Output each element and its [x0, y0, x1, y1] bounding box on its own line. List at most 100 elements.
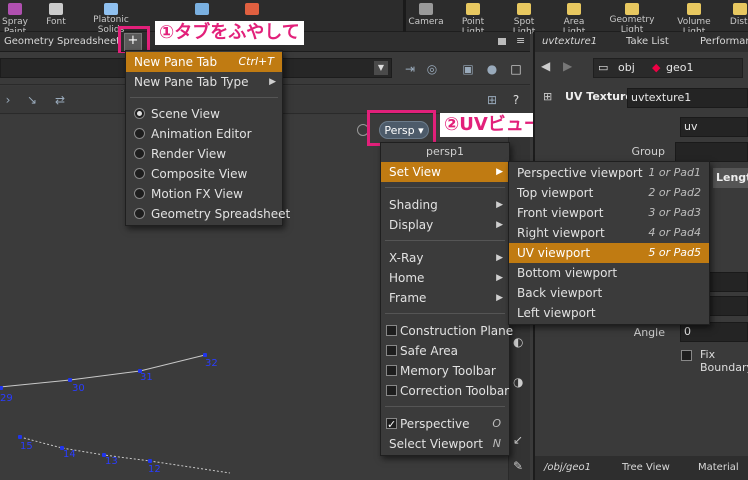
- point-label: 12: [148, 464, 161, 475]
- checkbox-icon: [386, 385, 397, 396]
- menu-item-label: New Pane Tab: [134, 55, 218, 69]
- menu-item-uv-viewport[interactable]: UV viewport 5 or Pad5: [509, 243, 709, 263]
- menu-item-correction-toolbar[interactable]: Correction Toolbar: [381, 381, 509, 401]
- path-obj[interactable]: obj: [618, 59, 635, 77]
- shelf-tool-spray-paint[interactable]: Spray Paint: [0, 0, 36, 37]
- point-marker: [148, 459, 152, 463]
- shelf-tool-area-light[interactable]: Area Light: [552, 0, 596, 37]
- point-marker: [0, 386, 3, 390]
- point-label: 15: [20, 441, 33, 452]
- shelf-tool-spot-light[interactable]: Spot Light: [502, 0, 546, 37]
- menu-item-construction-plane[interactable]: Construction Plane: [381, 321, 513, 341]
- menu-item-label: X-Ray: [389, 251, 424, 265]
- menu-item-frame[interactable]: Frame ▶: [381, 288, 509, 308]
- tab-network-path[interactable]: /obj/geo1: [539, 458, 596, 478]
- menu-item-label: Home: [389, 271, 425, 285]
- menu-item-shading[interactable]: Shading ▶: [381, 195, 509, 215]
- menu-item-safe-area[interactable]: Safe Area: [381, 341, 509, 361]
- shelf-tool-distant-light[interactable]: Disti: [728, 0, 748, 32]
- menu-divider: [385, 406, 505, 407]
- square-icon[interactable]: □: [508, 61, 524, 77]
- menu-item-composite-view[interactable]: Composite View: [126, 164, 282, 184]
- shelf-tool-geometry-light[interactable]: Geometry Light: [604, 0, 660, 35]
- pin-icon[interactable]: ⇥: [402, 61, 418, 77]
- target-icon[interactable]: ◎: [424, 61, 440, 77]
- menu-item-label: Display: [389, 218, 434, 232]
- menu-item-label: Back viewport: [517, 286, 603, 300]
- tab-uvtexture1[interactable]: uvtexture1: [537, 32, 602, 52]
- checkbox-icon: [386, 345, 397, 356]
- menu-item-set-view[interactable]: Set View ▶: [381, 162, 509, 182]
- node-name-field[interactable]: uvtexture1: [627, 88, 748, 108]
- shelf-tool-font[interactable]: Font: [42, 0, 70, 32]
- menu-item-new-pane-tab[interactable]: New Pane Tab Ctrl+T: [126, 52, 282, 72]
- tab-performance[interactable]: Performance: [695, 32, 748, 52]
- radio-icon: [134, 128, 145, 139]
- network-path[interactable]: ▭ obj ◆ geo1: [593, 58, 743, 78]
- menu-item-select-viewport[interactable]: Select Viewport N: [381, 434, 509, 454]
- cube-icon[interactable]: ▣: [460, 61, 476, 77]
- pen-icon[interactable]: ✎: [513, 459, 523, 473]
- geometry-icon: [245, 3, 259, 15]
- menu-item-label: Frame: [389, 291, 427, 305]
- fix-boundary-checkbox[interactable]: [681, 350, 692, 361]
- menu-item-memory-toolbar[interactable]: Memory Toolbar: [381, 361, 509, 381]
- tool-icon[interactable]: ◑: [513, 375, 523, 389]
- menu-shortcut: O: [492, 417, 501, 430]
- menu-item-xray[interactable]: X-Ray ▶: [381, 248, 509, 268]
- menu-divider: [385, 313, 505, 314]
- menu-shortcut: 4 or Pad4: [648, 226, 701, 239]
- menu-shortcut: Ctrl+T: [238, 55, 274, 68]
- length-button[interactable]: Length: [713, 168, 748, 188]
- checkbox-icon: [386, 325, 397, 336]
- tab-tree-view[interactable]: Tree View: [617, 458, 675, 478]
- menu-shortcut: 1 or Pad1: [648, 166, 701, 179]
- path-geo[interactable]: geo1: [666, 59, 693, 77]
- angle-field[interactable]: 0: [680, 322, 748, 342]
- shelf-toolbar: Spray Paint Font Platonic Solids Camera …: [0, 0, 748, 37]
- shelf-tool-volume-light[interactable]: Volume Light: [666, 0, 722, 37]
- forward-arrow-icon[interactable]: ▶: [563, 59, 572, 73]
- menu-item-motion-fx-view[interactable]: Motion FX View: [126, 184, 282, 204]
- select-icon[interactable]: ↘: [24, 92, 40, 108]
- menu-item-front-viewport[interactable]: Front viewport 3 or Pad3: [509, 203, 709, 223]
- menu-item-new-pane-tab-type[interactable]: New Pane Tab Type ▶: [126, 72, 282, 92]
- brush-icon[interactable]: ↙: [513, 433, 523, 447]
- menu-item-top-viewport[interactable]: Top viewport 2 or Pad2: [509, 183, 709, 203]
- group-field[interactable]: [675, 142, 748, 162]
- tool-icon[interactable]: ◐: [513, 335, 523, 349]
- distant-light-icon: [733, 3, 747, 15]
- tab-material-palette[interactable]: Material Pa: [693, 458, 748, 478]
- tab-geometry-spreadsheet[interactable]: Geometry Spreadsheet: [0, 32, 124, 52]
- uv-attribute-field[interactable]: uv: [680, 117, 748, 137]
- menu-item-perspective-viewport[interactable]: Perspective viewport 1 or Pad1: [509, 163, 709, 183]
- color-dots-icon[interactable]: ●: [484, 61, 500, 77]
- spray-paint-icon: [8, 3, 22, 15]
- tree-icon[interactable]: ⊞: [484, 92, 500, 108]
- maximize-icon[interactable]: [498, 38, 506, 45]
- menu-item-perspective[interactable]: Perspective O: [381, 414, 509, 435]
- menu-item-home[interactable]: Home ▶: [381, 268, 509, 288]
- menu-item-right-viewport[interactable]: Right viewport 4 or Pad4: [509, 223, 709, 243]
- menu-item-scene-view[interactable]: Scene View: [126, 104, 282, 124]
- menu-item-back-viewport[interactable]: Back viewport: [509, 283, 709, 303]
- node-header: ⊞ UV Texture uvtexture1: [535, 86, 748, 110]
- transform-icon[interactable]: ⇄: [52, 92, 68, 108]
- menu-item-bottom-viewport[interactable]: Bottom viewport: [509, 263, 709, 283]
- menu-item-label: UV viewport: [517, 246, 591, 260]
- help-icon[interactable]: ?: [508, 92, 524, 108]
- menu-item-label: Construction Plane: [400, 324, 514, 338]
- menu-item-display[interactable]: Display ▶: [381, 215, 509, 235]
- menu-item-render-view[interactable]: Render View: [126, 144, 282, 164]
- shelf-tool-point-light[interactable]: Point Light: [450, 0, 496, 37]
- curve-line-2: [19, 436, 231, 474]
- tab-take-list[interactable]: Take List: [621, 32, 674, 52]
- menu-item-geometry-spreadsheet[interactable]: Geometry Spreadsheet: [126, 204, 290, 224]
- shelf-tool-camera[interactable]: Camera: [408, 0, 444, 32]
- menu-item-left-viewport[interactable]: Left viewport: [509, 303, 709, 323]
- menu-item-animation-editor[interactable]: Animation Editor: [126, 124, 282, 144]
- menu-item-label: Render View: [151, 147, 227, 161]
- arrow-icon[interactable]: ›: [0, 92, 16, 108]
- back-arrow-icon[interactable]: ◀: [541, 59, 550, 73]
- pane-menu-icon[interactable]: ≡: [516, 34, 525, 47]
